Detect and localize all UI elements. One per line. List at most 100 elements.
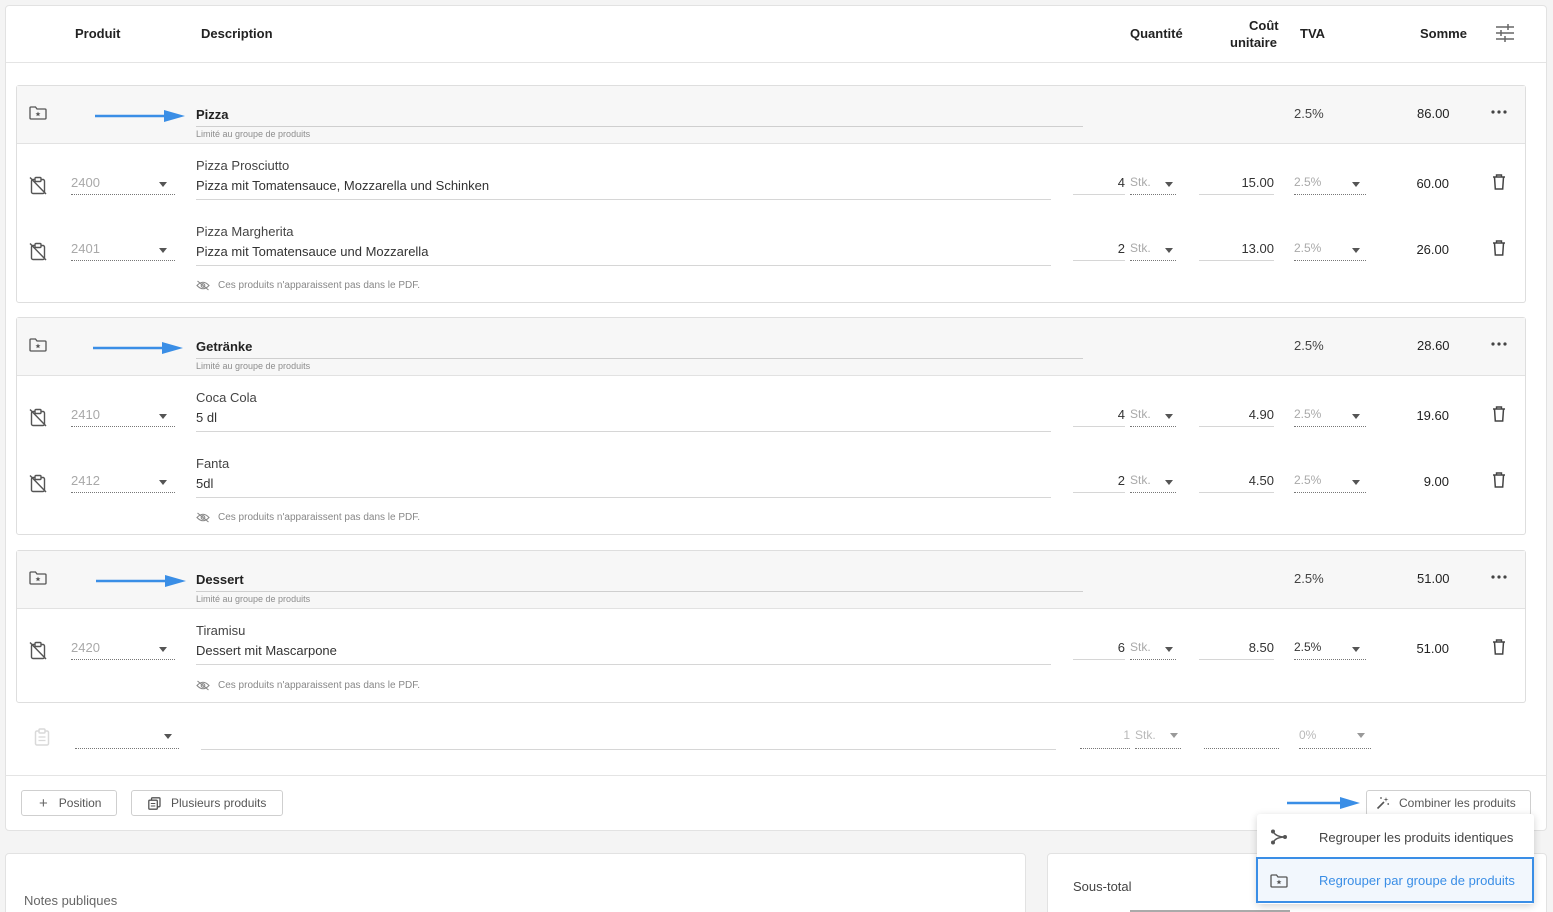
chevron-down-icon	[1352, 182, 1360, 187]
magic-wand-icon	[1376, 796, 1390, 810]
group-sum: 51.00	[1417, 571, 1450, 586]
group-title: Getränke	[196, 339, 253, 354]
public-notes-panel: Notes publiques	[5, 853, 1026, 912]
quantity-input[interactable]: 4	[1073, 172, 1125, 195]
group-subtitle: Limité au groupe de produits	[196, 129, 311, 139]
chevron-down-icon	[1352, 414, 1360, 419]
hidden-product-icon[interactable]	[29, 176, 47, 195]
combine-products-button[interactable]: Combiner les produits	[1366, 790, 1531, 816]
add-position-label: Position	[58, 796, 102, 810]
group-arrow	[92, 340, 184, 356]
trash-icon[interactable]	[1492, 639, 1506, 655]
chevron-down-icon	[1165, 647, 1173, 652]
table-row: 2401 Pizza Margherita Pizza mit Tomatensau…	[17, 211, 1525, 275]
group-arrow	[95, 573, 187, 589]
product-group-header: Dessert Limité au groupe de produits 2.5% 5…	[17, 551, 1525, 609]
chevron-down-icon	[159, 647, 167, 652]
trash-icon[interactable]	[1492, 174, 1506, 190]
unit-price-input[interactable]: 13.00	[1199, 238, 1274, 261]
chevron-down-icon	[159, 248, 167, 253]
line-sum: 9.00	[1423, 474, 1449, 489]
menu-item-group-by-product-group[interactable]: Regrouper par groupe de produits	[1256, 857, 1534, 903]
product-name: Tiramisu	[196, 623, 246, 638]
folder-star-icon	[29, 571, 47, 585]
table-row: 2412 Fanta 5dl 2 Stk. 4.50 2.5% 9.00	[17, 443, 1525, 507]
subtotal-label: Sous-total	[1073, 879, 1132, 894]
more-options-icon[interactable]	[1491, 342, 1507, 346]
group-title-input[interactable]: Dessert	[196, 572, 1083, 592]
table-row: 2410 Coca Cola 5 dl 4 Stk. 4.90 2.5% 19.60	[17, 377, 1525, 441]
header-cout-line2: unitaire	[1230, 35, 1277, 50]
group-tva: 2.5%	[1294, 338, 1324, 353]
quantity-input[interactable]: 2	[1073, 238, 1125, 261]
plus-icon: +	[39, 794, 48, 812]
table-header: Produit Description Quantité Coût unitai…	[6, 6, 1546, 63]
product-description-input[interactable]: Pizza mit Tomatensauce, Mozzarella und S…	[196, 178, 1051, 200]
table-row: 2400 Pizza Prosciutto Pizza mit Tomatensau…	[17, 145, 1525, 209]
more-options-icon[interactable]	[1491, 110, 1507, 114]
multiple-products-label: Plusieurs produits	[171, 796, 267, 810]
hidden-product-icon[interactable]	[29, 408, 47, 427]
product-description-input[interactable]: 5dl	[196, 476, 1051, 498]
menu-item-group-identical[interactable]: Regrouper les produits identiques	[1257, 814, 1534, 857]
header-description: Description	[201, 26, 273, 41]
new-description-input[interactable]	[201, 726, 1056, 750]
chevron-down-icon	[1165, 248, 1173, 253]
unit-price-input[interactable]: 4.50	[1199, 470, 1274, 493]
chevron-down-icon	[1165, 414, 1173, 419]
unit-price-input[interactable]: 8.50	[1199, 637, 1274, 660]
new-price-input[interactable]	[1204, 726, 1279, 749]
group-tva: 2.5%	[1294, 106, 1324, 121]
product-name: Coca Cola	[196, 390, 257, 405]
product-description-input[interactable]: Dessert mit Mascarpone	[196, 643, 1051, 665]
product-group: Pizza Limité au groupe de produits 2.5% 86.…	[16, 85, 1526, 303]
header-cout-line1: Coût	[1249, 18, 1279, 33]
group-title-input[interactable]: Pizza	[196, 107, 1083, 127]
quantity-input[interactable]: 6	[1073, 637, 1125, 660]
line-sum: 60.00	[1416, 176, 1449, 191]
header-quantite: Quantité	[1130, 26, 1183, 41]
combine-products-label: Combiner les produits	[1399, 796, 1516, 810]
trash-icon[interactable]	[1492, 406, 1506, 422]
eye-off-icon	[196, 680, 210, 691]
group-sum: 86.00	[1417, 106, 1450, 121]
product-name: Pizza Margherita	[196, 224, 294, 239]
chevron-down-icon	[1165, 182, 1173, 187]
hidden-product-icon[interactable]	[29, 242, 47, 261]
eye-off-icon	[196, 512, 210, 523]
product-description-input[interactable]: 5 dl	[196, 410, 1051, 432]
product-group: Getränke Limité au groupe de produits 2.5%…	[16, 317, 1526, 535]
add-position-button[interactable]: + Position	[21, 790, 117, 816]
chevron-down-icon	[159, 414, 167, 419]
chevron-down-icon	[1352, 480, 1360, 485]
group-title-input[interactable]: Getränke	[196, 339, 1083, 359]
quantity-input[interactable]: 4	[1073, 404, 1125, 427]
combine-dropdown-menu: Regrouper les produits identiques Regrou…	[1256, 814, 1534, 904]
folder-star-icon	[1270, 874, 1288, 888]
product-description-input[interactable]: Pizza mit Tomatensauce und Mozzarella	[196, 244, 1051, 266]
unit-price-input[interactable]: 4.90	[1199, 404, 1274, 427]
chevron-down-icon	[159, 480, 167, 485]
new-quantity-input[interactable]: 1	[1080, 726, 1130, 749]
more-options-icon[interactable]	[1491, 575, 1507, 579]
pdf-hidden-note: Ces produits n'apparaissent pas dans le …	[196, 280, 420, 291]
footer-divider	[5, 775, 1547, 776]
line-sum: 51.00	[1416, 641, 1449, 656]
product-name: Fanta	[196, 456, 230, 471]
quantity-input[interactable]: 2	[1073, 470, 1125, 493]
trash-icon[interactable]	[1492, 472, 1506, 488]
copy-icon	[148, 796, 161, 810]
multiple-products-button[interactable]: Plusieurs produits	[131, 790, 283, 816]
group-subtitle: Limité au groupe de produits	[196, 594, 311, 604]
chevron-down-icon	[1165, 480, 1173, 485]
column-settings-icon[interactable]	[1495, 24, 1515, 42]
trash-icon[interactable]	[1492, 240, 1506, 256]
pdf-hidden-note-text: Ces produits n'apparaissent pas dans le …	[218, 280, 421, 291]
hidden-product-icon[interactable]	[29, 641, 47, 660]
menu-item-group-identical-label: Regrouper les produits identiques	[1319, 830, 1514, 845]
product-name: Pizza Prosciutto	[196, 158, 290, 173]
chevron-down-icon	[1352, 647, 1360, 652]
hidden-product-icon[interactable]	[29, 474, 47, 493]
pdf-hidden-note: Ces produits n'apparaissent pas dans le …	[196, 680, 420, 691]
unit-price-input[interactable]: 15.00	[1199, 172, 1274, 195]
